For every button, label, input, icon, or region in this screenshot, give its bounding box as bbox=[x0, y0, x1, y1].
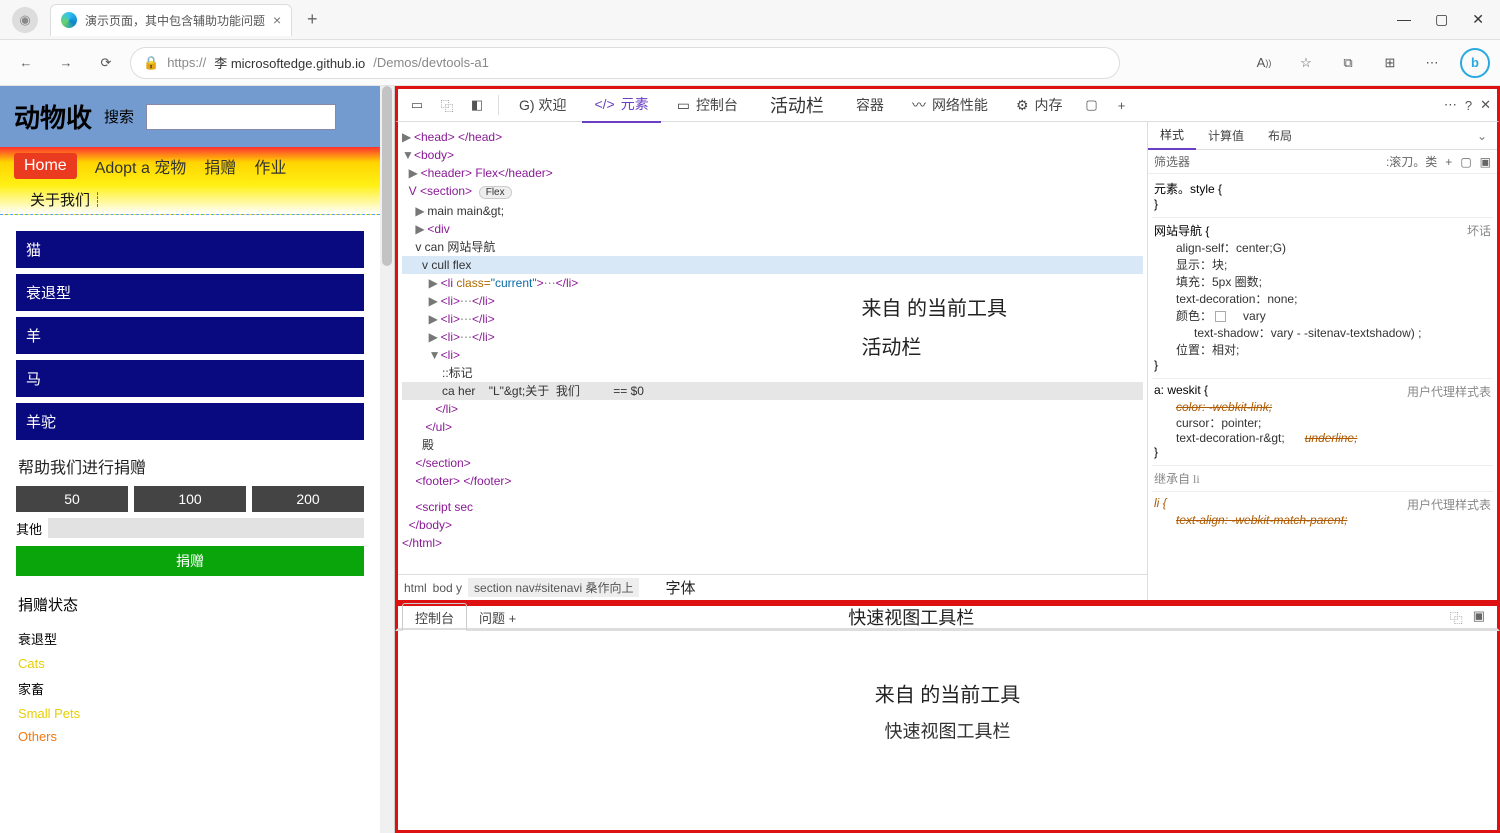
drawer-body: 来自 的当前工具 快速视图工具栏 bbox=[395, 631, 1500, 833]
nav-jobs[interactable]: 作业 bbox=[254, 154, 286, 178]
help-icon[interactable]: ? bbox=[1465, 98, 1472, 113]
sidebar-item[interactable]: 衰退型 bbox=[16, 274, 364, 311]
donate-amount-button[interactable]: 200 bbox=[252, 486, 364, 512]
status-item: Cats bbox=[16, 652, 364, 675]
styles-filter[interactable]: 筛选器 bbox=[1154, 153, 1190, 170]
status-item: Small Pets bbox=[16, 702, 364, 725]
tab-computed[interactable]: 计算值 bbox=[1196, 122, 1256, 150]
status-list: 衰退型 Cats 家畜 Small Pets Others bbox=[16, 625, 364, 748]
add-rule-icon[interactable]: + bbox=[1445, 155, 1452, 169]
status-header: 捐赠状态 bbox=[18, 594, 362, 615]
drawer-icon[interactable]: ⿻ bbox=[1450, 608, 1463, 627]
url-path: /Demos/devtools-a1 bbox=[373, 55, 489, 70]
more-icon[interactable]: ⋯ bbox=[1418, 49, 1446, 77]
status-item: 家畜 bbox=[16, 675, 364, 702]
devtools-drawer: 控制台 问题 + 快速视图工具栏 ⿻ ▣ 来自 的当前工具 快速视图工具栏 bbox=[395, 603, 1500, 833]
chevron-down-icon[interactable]: ⌄ bbox=[1467, 129, 1497, 143]
scrollbar[interactable] bbox=[380, 86, 394, 833]
devtools-main: ▶<head> </head> ▼<body> ▶<header> Flex</… bbox=[395, 122, 1500, 603]
search-input[interactable] bbox=[146, 104, 336, 130]
donate-button[interactable]: 捐赠 bbox=[16, 546, 364, 576]
nav-donate[interactable]: 捐赠 bbox=[204, 154, 236, 178]
read-aloud-icon[interactable]: A)) bbox=[1250, 49, 1278, 77]
drawer-expand-icon[interactable]: ▣ bbox=[1473, 608, 1485, 627]
panel-icon[interactable]: ▢ bbox=[1079, 92, 1105, 118]
page-nav: Home Adopt a 宠物 捐赠 作业 bbox=[0, 147, 380, 185]
maximize-icon[interactable]: ▢ bbox=[1435, 11, 1448, 28]
window-titlebar: ◉ 演示页面，其中包含辅助功能问题 × + — ▢ ✕ bbox=[0, 0, 1500, 40]
profile-avatar[interactable]: ◉ bbox=[12, 7, 38, 33]
minimize-icon[interactable]: — bbox=[1397, 11, 1411, 28]
new-stylesheet-icon[interactable]: ▣ bbox=[1480, 155, 1491, 169]
demo-page: 动物收 搜索 Home Adopt a 宠物 捐赠 作业 关于我们┊ 猫 衰退型… bbox=[0, 86, 395, 833]
breadcrumb-annot: 字体 bbox=[665, 577, 695, 598]
drawer-toolbar: 控制台 问题 + 快速视图工具栏 ⿻ ▣ bbox=[395, 603, 1500, 631]
toggle-classes-icon[interactable]: ▢ bbox=[1460, 155, 1471, 169]
edge-icon bbox=[61, 12, 77, 28]
sidebar-item[interactable]: 猫 bbox=[16, 231, 364, 268]
page-title: 动物收 bbox=[14, 98, 92, 135]
tab-console[interactable]: ▭控制台 bbox=[665, 87, 750, 123]
more-tools-icon[interactable]: ⋯ bbox=[1444, 97, 1457, 113]
close-devtools-icon[interactable]: ✕ bbox=[1480, 97, 1491, 113]
address-bar[interactable]: 🔒 https:// 李 microsoftedge.github.io /De… bbox=[130, 47, 1120, 79]
tab-welcome[interactable]: G) 欢迎 bbox=[507, 87, 578, 123]
drawer-tab-issues[interactable]: 问题 + bbox=[467, 603, 528, 631]
tab-elements[interactable]: </>元素 bbox=[582, 87, 660, 123]
hov-button[interactable]: :滚刀。类 bbox=[1386, 153, 1437, 170]
dock-icon[interactable]: ◧ bbox=[464, 92, 490, 118]
activity-bar-label: 活动栏 bbox=[754, 92, 840, 118]
status-item: 衰退型 bbox=[16, 625, 364, 652]
donate-amount-button[interactable]: 100 bbox=[134, 486, 246, 512]
sidebar-item[interactable]: 羊驼 bbox=[16, 403, 364, 440]
nav-adopt[interactable]: Adopt a 宠物 bbox=[95, 154, 187, 178]
tab-layout[interactable]: 布局 bbox=[1256, 122, 1304, 150]
browser-toolbar: ← → ⟳ 🔒 https:// 李 microsoftedge.github.… bbox=[0, 40, 1500, 86]
styles-pane: 样式 计算值 布局 ⌄ 筛选器 :滚刀。类 + ▢ ▣ 元素。style { bbox=[1147, 122, 1497, 600]
extensions-icon[interactable]: ⊞ bbox=[1376, 49, 1404, 77]
drawer-annot: 快速视图工具栏 bbox=[848, 604, 1449, 630]
sidebar-item[interactable]: 马 bbox=[16, 360, 364, 397]
other-input[interactable] bbox=[48, 518, 364, 538]
add-tab-icon[interactable]: + bbox=[1109, 92, 1135, 118]
tab-container[interactable]: 容器 bbox=[844, 87, 896, 123]
page-sidebar: 猫 衰退型 羊 马 羊驼 帮助我们进行捐赠 50 100 200 其他 捐赠 捐… bbox=[0, 215, 380, 764]
url-scheme: https:// bbox=[167, 55, 206, 70]
devtools: ▭ ⿻ ◧ G) 欢迎 </>元素 ▭控制台 活动栏 容器 〰网络性能 ⚙内存 … bbox=[395, 86, 1500, 833]
back-button[interactable]: ← bbox=[10, 47, 42, 79]
search-label: 搜索 bbox=[104, 106, 134, 127]
favorite-icon[interactable]: ☆ bbox=[1292, 49, 1320, 77]
nav-home[interactable]: Home bbox=[14, 153, 77, 179]
page-header: 动物收 搜索 bbox=[0, 86, 380, 147]
collections-icon[interactable]: ⧉ bbox=[1334, 49, 1362, 77]
tab-memory[interactable]: ⚙内存 bbox=[1004, 87, 1075, 123]
activity-annotation: 来自 的当前工具 活动栏 bbox=[861, 292, 1007, 360]
lock-icon: 🔒 bbox=[143, 55, 159, 71]
device-icon[interactable]: ⿻ bbox=[434, 92, 460, 118]
dom-breadcrumb[interactable]: html bod y section nav#sitenavi 桑作向上 字体 bbox=[398, 574, 1147, 600]
devtools-activity-bar: ▭ ⿻ ◧ G) 欢迎 </>元素 ▭控制台 活动栏 容器 〰网络性能 ⚙内存 … bbox=[395, 86, 1500, 122]
page-subnav: 关于我们┊ bbox=[0, 185, 380, 215]
tab-styles[interactable]: 样式 bbox=[1148, 122, 1196, 150]
other-label: 其他 bbox=[16, 519, 42, 538]
donate-amount-button[interactable]: 50 bbox=[16, 486, 128, 512]
drawer-tab-console[interactable]: 控制台 bbox=[402, 603, 467, 631]
bing-icon[interactable]: b bbox=[1460, 48, 1490, 78]
close-window-icon[interactable]: ✕ bbox=[1472, 11, 1484, 28]
window-controls: — ▢ ✕ bbox=[1381, 11, 1500, 28]
sidebar-item[interactable]: 羊 bbox=[16, 317, 364, 354]
url-host: 李 microsoftedge.github.io bbox=[214, 53, 365, 72]
tab-title: 演示页面，其中包含辅助功能问题 bbox=[85, 12, 265, 29]
status-item: Others bbox=[16, 725, 364, 748]
new-tab-button[interactable]: + bbox=[298, 6, 326, 34]
refresh-button[interactable]: ⟳ bbox=[90, 47, 122, 79]
dom-tree[interactable]: ▶<head> </head> ▼<body> ▶<header> Flex</… bbox=[398, 122, 1147, 574]
browser-tab[interactable]: 演示页面，其中包含辅助功能问题 × bbox=[50, 4, 292, 36]
subnav-about[interactable]: 关于我们┊ bbox=[30, 189, 105, 210]
donate-header: 帮助我们进行捐赠 bbox=[18, 454, 362, 478]
close-icon[interactable]: × bbox=[273, 12, 281, 28]
inspect-icon[interactable]: ▭ bbox=[404, 92, 430, 118]
forward-button[interactable]: → bbox=[50, 47, 82, 79]
tab-network[interactable]: 〰网络性能 bbox=[900, 87, 1000, 123]
